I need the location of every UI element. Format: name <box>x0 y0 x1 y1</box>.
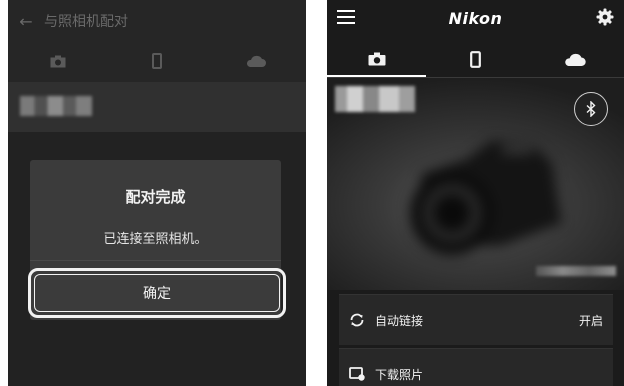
tab-bar <box>327 40 624 78</box>
sync-icon <box>350 313 364 327</box>
tab-bar <box>8 42 306 80</box>
header-bar: ← 与照相机配对 <box>8 0 306 42</box>
download-photo-icon <box>349 367 365 381</box>
auto-link-label: 自动链接 <box>375 313 424 328</box>
auto-link-row[interactable]: 自动链接 开启 <box>339 294 613 345</box>
tab-phone[interactable] <box>426 40 525 78</box>
confirm-button[interactable]: 确定 <box>28 268 286 318</box>
confirm-button-label: 确定 <box>143 286 171 302</box>
blurred-caption <box>536 266 616 276</box>
tab-camera[interactable] <box>8 42 107 80</box>
camera-name-strip <box>8 82 306 132</box>
camera-icon <box>368 52 385 66</box>
bluetooth-icon <box>586 101 596 117</box>
arrow-left-icon[interactable]: ← <box>8 12 44 31</box>
auto-link-status: 开启 <box>578 313 603 328</box>
header-title: 与照相机配对 <box>44 14 128 30</box>
phone-icon <box>470 50 481 68</box>
tab-camera[interactable] <box>327 40 426 78</box>
cloud-icon <box>564 53 586 66</box>
pairing-screen: ← 与照相机配对 配对完成 已连接至照相机。 确定 <box>8 0 306 386</box>
blurred-camera-name <box>335 86 415 112</box>
download-photos-label: 下载照片 <box>375 367 424 382</box>
dialog-message: 已连接至照相机。 <box>103 232 208 247</box>
gear-icon[interactable] <box>596 8 614 26</box>
header-bar: Nikon <box>327 0 624 40</box>
blurred-camera-name <box>20 96 92 116</box>
camera-icon <box>50 55 66 67</box>
tab-cloud[interactable] <box>525 40 624 78</box>
tab-phone[interactable] <box>107 42 206 80</box>
brand-logo: Nikon <box>448 9 503 28</box>
tab-cloud[interactable] <box>207 42 306 80</box>
dialog-title: 配对完成 <box>125 188 186 206</box>
camera-photo <box>410 140 562 255</box>
home-screen: Nikon 自动链接 开启 下载照片 <box>327 0 624 386</box>
bluetooth-button[interactable] <box>574 92 608 126</box>
cloud-icon <box>247 55 267 67</box>
phone-icon <box>151 53 162 69</box>
dialog-divider <box>30 260 281 261</box>
download-photos-row[interactable]: 下载照片 <box>339 348 613 386</box>
